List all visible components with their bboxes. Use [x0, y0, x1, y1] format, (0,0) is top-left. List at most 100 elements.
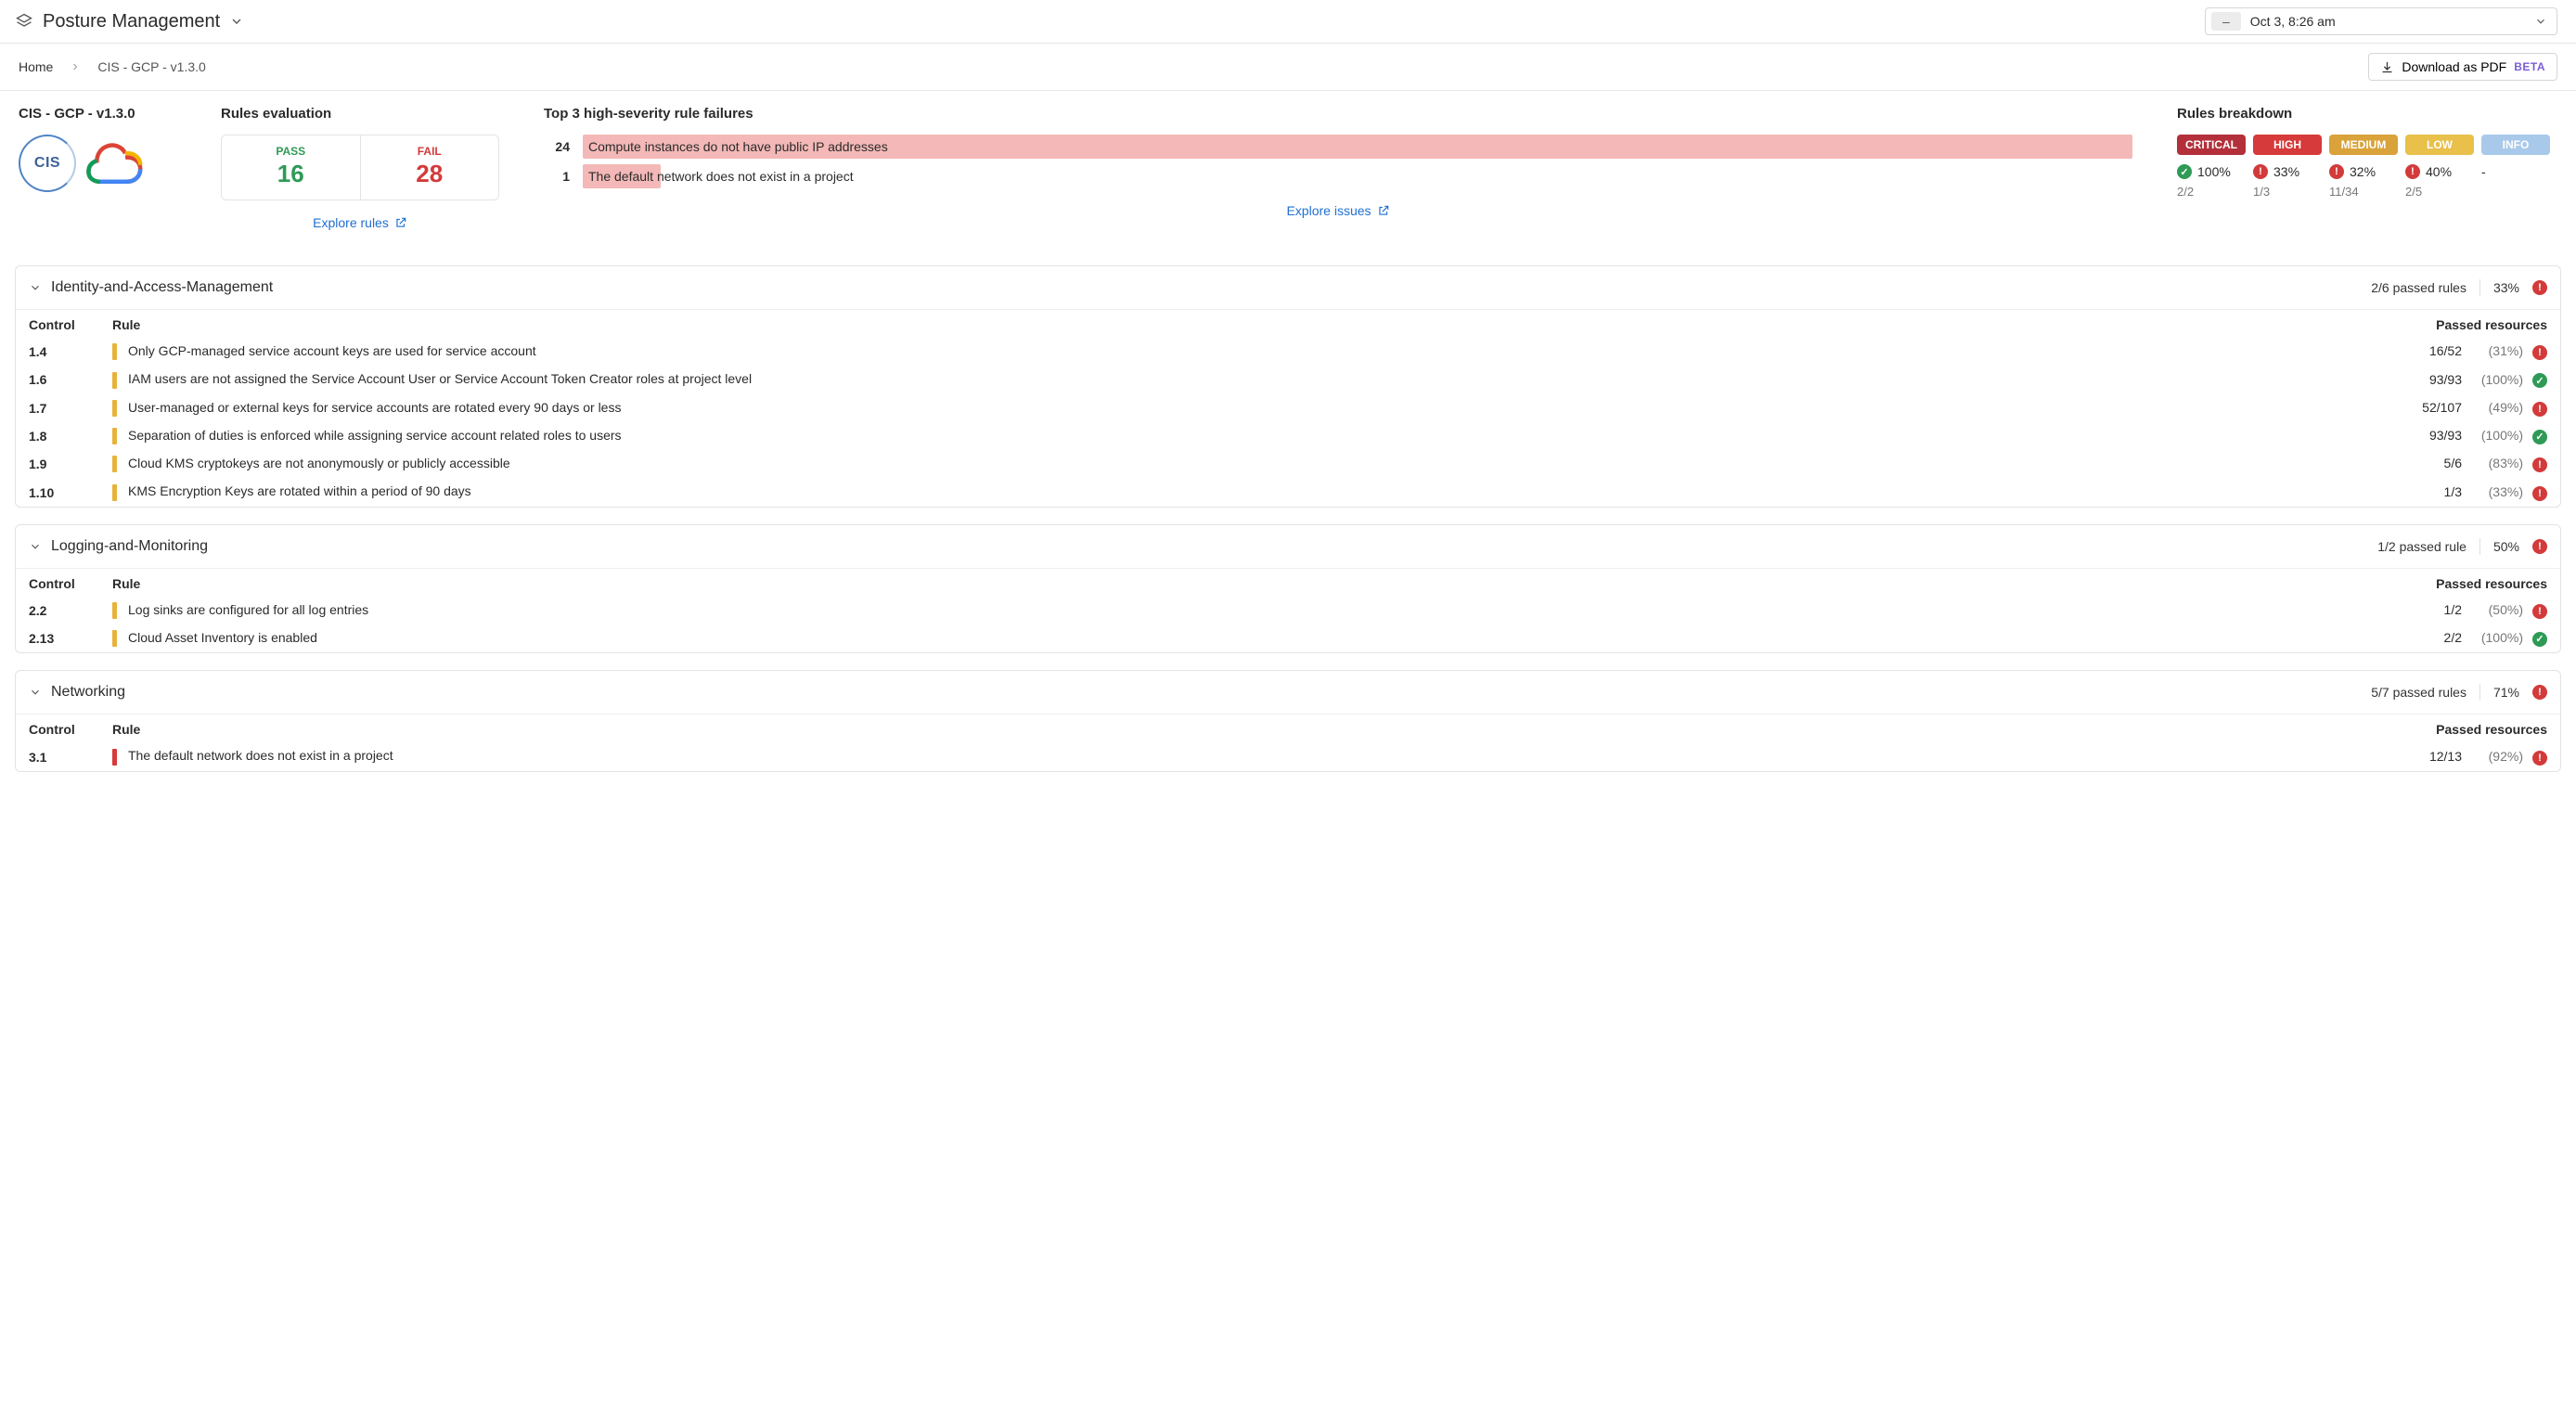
col-control: Control: [16, 568, 99, 597]
severity-bar-icon: [112, 602, 117, 619]
passed-resources: 16/52(31%)!: [2356, 338, 2560, 366]
external-link-icon: [1377, 204, 1390, 217]
section-title: Logging-and-Monitoring: [51, 538, 2368, 555]
alert-icon: !: [2253, 164, 2268, 179]
eval-boxes: PASS 16 FAIL 28: [221, 135, 499, 200]
rule-row[interactable]: 1.7 User-managed or external keys for se…: [16, 394, 2560, 422]
fail-box: FAIL 28: [360, 135, 499, 200]
top3-label: Compute instances do not have public IP …: [583, 139, 888, 154]
rule-row[interactable]: 1.4 Only GCP-managed service account key…: [16, 338, 2560, 366]
severity-stat-critical: ✓100% 2/2: [2177, 164, 2246, 199]
explore-issues-link[interactable]: Explore issues: [1286, 203, 1389, 218]
control-id: 2.2: [16, 597, 99, 624]
rules-evaluation-heading: Rules evaluation: [221, 106, 499, 122]
severity-stat-info: -: [2481, 164, 2550, 199]
rule-row[interactable]: 1.8 Separation of duties is enforced whi…: [16, 422, 2560, 450]
download-label: Download as PDF: [2402, 59, 2506, 74]
page-title[interactable]: Posture Management: [43, 11, 220, 32]
timeframe-pill: –: [2211, 12, 2241, 31]
passed-resources: 1/2(50%)!: [2356, 597, 2560, 624]
section-passed: 2/6 passed rules: [2371, 280, 2467, 295]
chevron-down-icon: [29, 686, 42, 699]
severity-ratio: 2/2: [2177, 185, 2246, 199]
alert-icon: !: [2405, 164, 2420, 179]
fail-label: FAIL: [361, 145, 499, 158]
section-pct: 71%: [2493, 685, 2519, 700]
pass-box: PASS 16: [222, 135, 360, 200]
section-pct: 33%: [2493, 280, 2519, 295]
explore-rules-link[interactable]: Explore rules: [313, 215, 407, 230]
severity-bar-icon: [112, 372, 117, 389]
chevron-down-icon: [29, 540, 42, 553]
alert-icon: !: [2532, 280, 2547, 295]
severity-bar-icon: [112, 456, 117, 472]
breadcrumb-home[interactable]: Home: [19, 59, 53, 74]
col-passed: Passed resources: [2356, 568, 2560, 597]
topbar-left: Posture Management: [15, 11, 244, 32]
severity-badge-medium[interactable]: MEDIUM: [2329, 135, 2398, 155]
top3-label: The default network does not exist in a …: [583, 169, 854, 184]
rule-cell: Cloud KMS cryptokeys are not anonymously…: [99, 450, 2356, 478]
severity-stat-high: !33% 1/3: [2253, 164, 2322, 199]
rule-row[interactable]: 3.1 The default network does not exist i…: [16, 742, 2560, 770]
severity-pct: 33%: [2273, 164, 2299, 179]
section-passed: 1/2 passed rule: [2377, 539, 2467, 554]
alert-icon: !: [2532, 345, 2547, 360]
section: Identity-and-Access-Management 2/6 passe…: [15, 265, 2561, 508]
top3-count: 24: [544, 139, 570, 154]
col-control: Control: [16, 714, 99, 743]
pass-count: 16: [222, 160, 360, 188]
section: Logging-and-Monitoring 1/2 passed rule 5…: [15, 524, 2561, 654]
breakdown-heading: Rules breakdown: [2177, 106, 2557, 122]
rule-row[interactable]: 1.10 KMS Encryption Keys are rotated wit…: [16, 478, 2560, 506]
chevron-down-icon: [29, 281, 42, 294]
rules-table: Control Rule Passed resources 1.4 Only G…: [16, 309, 2560, 507]
severity-badge-info[interactable]: INFO: [2481, 135, 2550, 155]
rule-cell: User-managed or external keys for servic…: [99, 394, 2356, 422]
col-passed: Passed resources: [2356, 714, 2560, 743]
rules-evaluation-column: Rules evaluation PASS 16 FAIL 28 Explore…: [221, 106, 499, 230]
col-rule: Rule: [99, 568, 2356, 597]
severity-badge-critical[interactable]: CRITICAL: [2177, 135, 2246, 155]
top3-row[interactable]: 1 The default network does not exist in …: [544, 164, 2132, 188]
section: Networking 5/7 passed rules 71% ! Contro…: [15, 670, 2561, 771]
section-header[interactable]: Logging-and-Monitoring 1/2 passed rule 5…: [16, 525, 2560, 568]
col-rule: Rule: [99, 714, 2356, 743]
passed-resources: 1/3(33%)!: [2356, 478, 2560, 506]
top3-row[interactable]: 24 Compute instances do not have public …: [544, 135, 2132, 159]
breadcrumb-current: CIS - GCP - v1.3.0: [97, 59, 205, 74]
control-id: 1.7: [16, 394, 99, 422]
rule-row[interactable]: 1.6 IAM users are not assigned the Servi…: [16, 366, 2560, 393]
alert-icon: !: [2532, 751, 2547, 766]
timeframe-selector[interactable]: – Oct 3, 8:26 am: [2205, 7, 2557, 35]
download-pdf-button[interactable]: Download as PDF BETA: [2368, 53, 2557, 81]
severity-badge-low[interactable]: LOW: [2405, 135, 2474, 155]
rule-row[interactable]: 2.13 Cloud Asset Inventory is enabled 2/…: [16, 624, 2560, 652]
severity-bar-icon: [112, 630, 117, 647]
severity-bar-icon: [112, 400, 117, 417]
chevron-down-icon[interactable]: [229, 14, 244, 29]
severity-badge-high[interactable]: HIGH: [2253, 135, 2322, 155]
breadcrumb: Home CIS - GCP - v1.3.0: [19, 59, 206, 74]
external-link-icon: [394, 216, 407, 229]
alert-icon: !: [2532, 539, 2547, 554]
passed-resources: 12/13(92%)!: [2356, 742, 2560, 770]
google-cloud-logo: [84, 138, 150, 188]
rules-table: Control Rule Passed resources 2.2 Log si…: [16, 568, 2560, 653]
check-icon: ✓: [2532, 373, 2547, 388]
top3-heading: Top 3 high-severity rule failures: [544, 106, 2132, 122]
section-header[interactable]: Networking 5/7 passed rules 71% !: [16, 671, 2560, 714]
control-id: 1.6: [16, 366, 99, 393]
severity-stat-low: !40% 2/5: [2405, 164, 2474, 199]
rule-row[interactable]: 1.9 Cloud KMS cryptokeys are not anonymo…: [16, 450, 2560, 478]
col-passed: Passed resources: [2356, 310, 2560, 339]
alert-icon: !: [2532, 402, 2547, 417]
section-summary: 5/7 passed rules 71% !: [2371, 684, 2547, 701]
breadcrumb-row: Home CIS - GCP - v1.3.0 Download as PDF …: [0, 44, 2576, 91]
severity-bar-icon: [112, 428, 117, 444]
rule-row[interactable]: 2.2 Log sinks are configured for all log…: [16, 597, 2560, 624]
passed-resources: 93/93(100%)✓: [2356, 366, 2560, 393]
section-header[interactable]: Identity-and-Access-Management 2/6 passe…: [16, 266, 2560, 309]
control-id: 1.9: [16, 450, 99, 478]
section-pct: 50%: [2493, 539, 2519, 554]
